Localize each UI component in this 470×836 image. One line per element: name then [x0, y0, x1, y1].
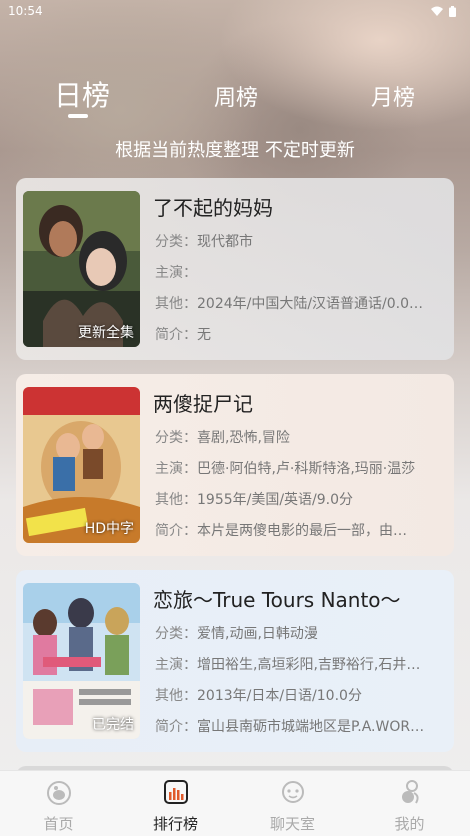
item-category: 分类：爱情,动画,日韩动漫 — [155, 626, 318, 642]
poster-badge: 已完结 — [92, 717, 134, 733]
ranking-tabs: 日榜 周榜 月榜 — [0, 74, 470, 124]
nav-home-label: 首页 — [43, 815, 74, 833]
item-cast: 主演： — [155, 265, 197, 281]
item-cast: 主演：增田裕生,高垣彩阳,吉野裕行,石井… — [155, 657, 421, 673]
tab-weekly[interactable]: 周榜 — [214, 80, 258, 112]
poster-badge: 更新全集 — [78, 325, 134, 341]
list-item[interactable]: 已完结 恋旅～True Tours Nanto～ 分类：爱情,动画,日韩动漫 主… — [16, 570, 454, 752]
nav-ranking[interactable]: 排行榜 — [117, 771, 234, 836]
ranking-subtitle: 根据当前热度整理 不定时更新 — [115, 140, 355, 161]
battery-icon — [449, 5, 456, 17]
chat-icon — [282, 781, 304, 803]
item-category: 分类：现代都市 — [155, 234, 253, 250]
item-intro: 简介：本片是两傻电影的最后一部，由… — [155, 523, 407, 539]
item-other: 其他：1955年/美国/英语/9.0分 — [155, 492, 354, 508]
nav-chat-label: 聊天室 — [269, 815, 315, 833]
nav-home[interactable]: 首页 — [0, 771, 117, 836]
bottom-nav: 首页 排行榜 聊天室 我的 — [0, 770, 470, 836]
poster-image[interactable]: 已完结 — [23, 583, 140, 739]
ranking-list: 更新全集 了不起的妈妈 分类：现代都市 主演： 其他：2024年/中国大陆/汉语… — [16, 178, 454, 766]
home-icon — [47, 781, 71, 805]
item-title[interactable]: 两傻捉尸记 — [153, 388, 253, 417]
tab-monthly[interactable]: 月榜 — [371, 80, 415, 112]
poster-badge: HD中字 — [84, 521, 134, 537]
nav-profile[interactable]: 我的 — [351, 771, 468, 836]
list-item[interactable]: 更新全集 了不起的妈妈 分类：现代都市 主演： 其他：2024年/中国大陆/汉语… — [16, 178, 454, 360]
item-other: 其他：2013年/日本/日语/10.0分 — [155, 688, 362, 704]
item-title[interactable]: 了不起的妈妈 — [153, 192, 273, 221]
item-category: 分类：喜剧,恐怖,冒险 — [155, 430, 290, 446]
ranking-icon — [164, 780, 188, 804]
item-other: 其他：2024年/中国大陆/汉语普通话/0.0… — [155, 296, 424, 312]
poster-image[interactable]: 更新全集 — [23, 191, 140, 347]
nav-chat[interactable]: 聊天室 — [234, 771, 351, 836]
list-item[interactable]: HD中字 两傻捉尸记 分类：喜剧,恐怖,冒险 主演：巴德·阿伯特,卢·科斯特洛,… — [16, 374, 454, 556]
status-bar: 10:54 — [0, 0, 470, 22]
poster-image[interactable]: HD中字 — [23, 387, 140, 543]
nav-profile-label: 我的 — [394, 815, 425, 833]
nav-ranking-label: 排行榜 — [152, 815, 198, 833]
tab-daily[interactable]: 日榜 — [54, 74, 110, 114]
item-cast: 主演：巴德·阿伯特,卢·科斯特洛,玛丽·温莎 — [155, 461, 416, 477]
item-intro: 简介：无 — [155, 327, 211, 343]
item-intro: 简介：富山县南砺市城端地区是P.A.WOR… — [155, 719, 425, 735]
tab-active-indicator — [68, 114, 88, 118]
profile-icon — [402, 780, 419, 804]
wifi-icon — [431, 6, 443, 16]
status-icons — [431, 5, 456, 17]
status-time: 10:54 — [8, 4, 43, 18]
item-title[interactable]: 恋旅～True Tours Nanto～ — [153, 584, 401, 613]
